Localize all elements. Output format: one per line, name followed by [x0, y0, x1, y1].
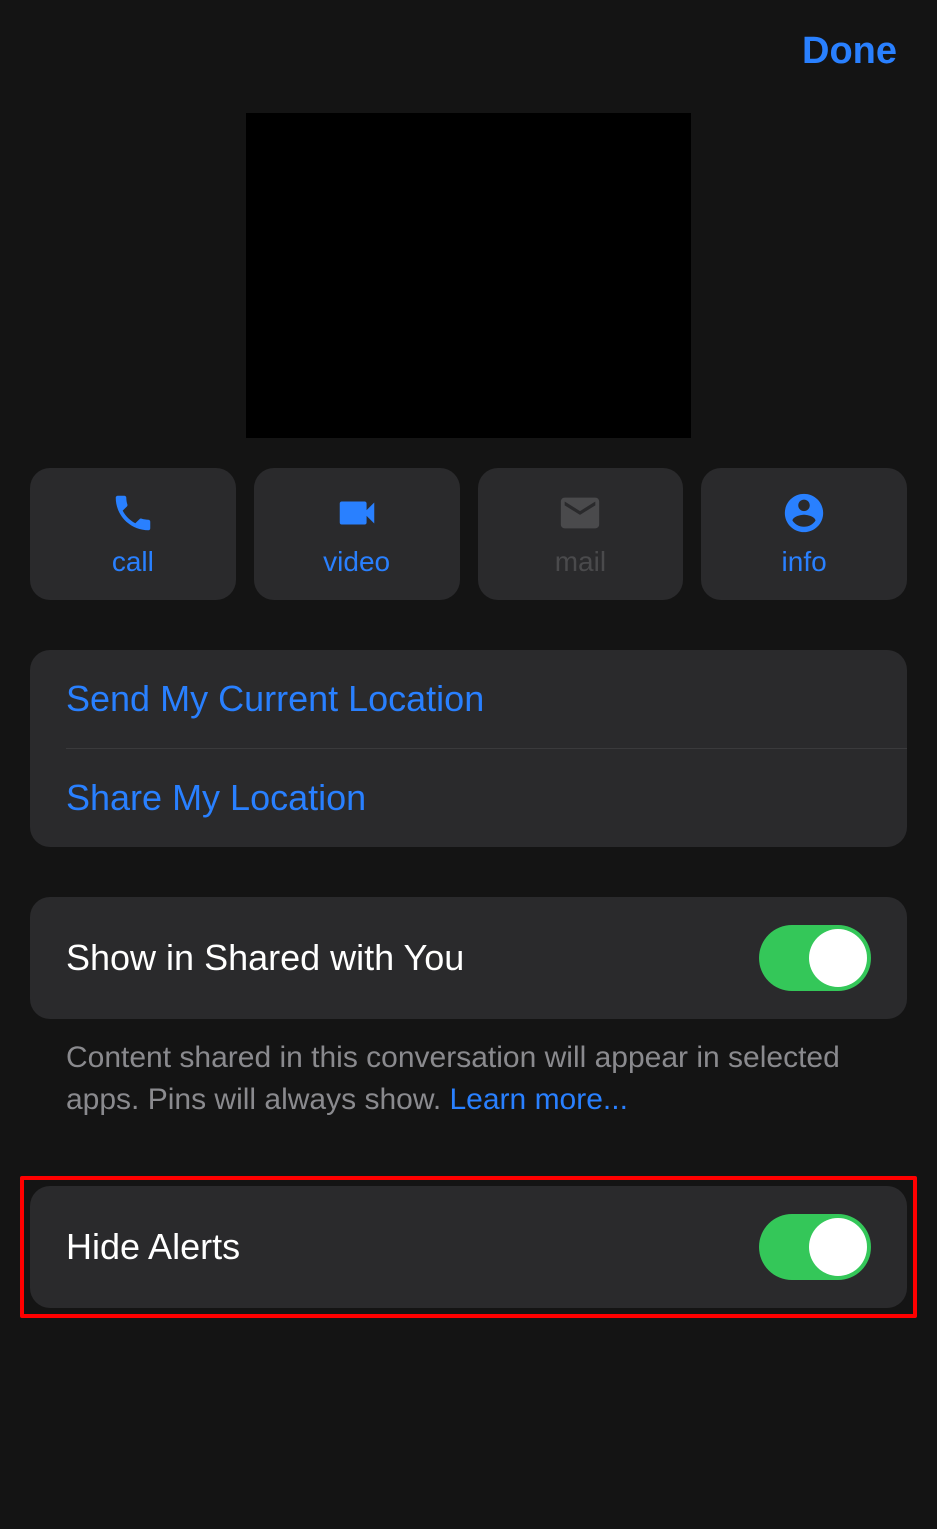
learn-more-link[interactable]: Learn more...: [450, 1083, 628, 1116]
avatar-container: [0, 113, 937, 438]
info-label: info: [782, 546, 827, 578]
hide-alerts-label: Hide Alerts: [66, 1226, 240, 1268]
shared-with-you-group: Show in Shared with You: [30, 897, 907, 1019]
call-label: call: [112, 546, 154, 578]
hide-alerts-row: Hide Alerts: [30, 1186, 907, 1308]
toggle-knob: [809, 929, 867, 987]
shared-footer-text: Content shared in this conversation will…: [30, 1019, 907, 1121]
hide-alerts-toggle[interactable]: [759, 1214, 871, 1280]
share-location-row[interactable]: Share My Location: [30, 749, 907, 847]
header: Done: [0, 0, 937, 83]
send-location-label: Send My Current Location: [66, 678, 484, 720]
shared-with-you-row: Show in Shared with You: [30, 897, 907, 1019]
call-button[interactable]: call: [30, 468, 236, 600]
action-row: call video mail info: [0, 468, 937, 600]
mail-label: mail: [555, 546, 606, 578]
video-icon: [334, 490, 380, 536]
contact-avatar[interactable]: [246, 113, 691, 438]
shared-with-you-label: Show in Shared with You: [66, 937, 464, 979]
phone-icon: [110, 490, 156, 536]
video-button[interactable]: video: [254, 468, 460, 600]
hide-alerts-group: Hide Alerts: [30, 1186, 907, 1308]
info-button[interactable]: info: [701, 468, 907, 600]
location-group: Send My Current Location Share My Locati…: [30, 650, 907, 847]
shared-with-you-toggle[interactable]: [759, 925, 871, 991]
mail-icon: [557, 490, 603, 536]
toggle-knob: [809, 1218, 867, 1276]
highlight-annotation: Hide Alerts: [20, 1176, 917, 1318]
share-location-label: Share My Location: [66, 777, 366, 819]
send-location-row[interactable]: Send My Current Location: [30, 650, 907, 748]
mail-button[interactable]: mail: [478, 468, 684, 600]
done-button[interactable]: Done: [802, 30, 897, 73]
person-circle-icon: [781, 490, 827, 536]
video-label: video: [323, 546, 390, 578]
